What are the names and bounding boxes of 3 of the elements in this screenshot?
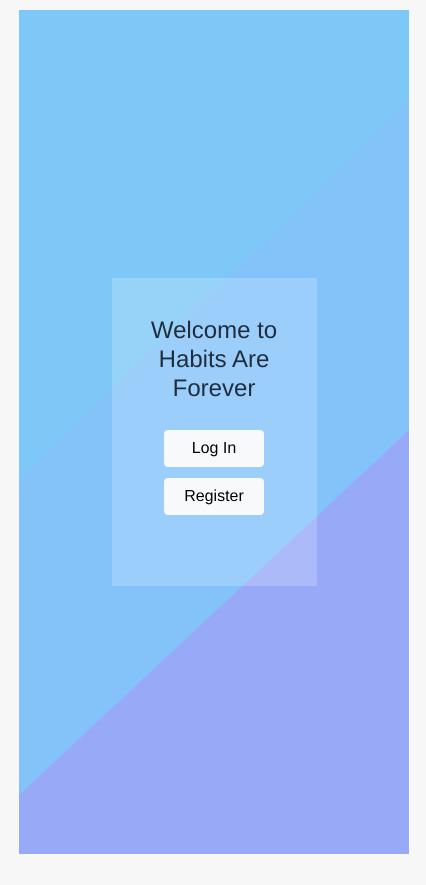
register-button[interactable]: Register [164,478,264,515]
login-button[interactable]: Log In [164,430,264,467]
welcome-title: Welcome to Habits Are Forever [150,316,278,403]
